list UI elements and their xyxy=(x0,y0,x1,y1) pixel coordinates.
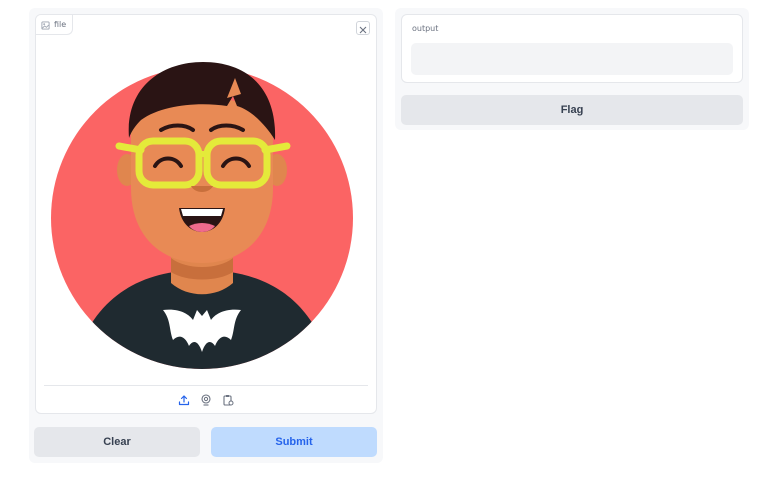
clipboard-source-button[interactable] xyxy=(221,393,235,407)
image-input-label: file xyxy=(36,15,74,35)
clipboard-icon xyxy=(222,391,234,410)
flag-button[interactable]: Flag xyxy=(401,95,743,125)
source-divider xyxy=(44,385,368,386)
output-textbox[interactable] xyxy=(411,43,733,75)
webcam-source-button[interactable] xyxy=(199,393,213,407)
image-input-label-text: file xyxy=(54,20,67,29)
image-input[interactable]: file xyxy=(35,14,377,414)
submit-button[interactable]: Submit xyxy=(211,427,377,457)
upload-source-button[interactable] xyxy=(177,393,191,407)
upload-icon xyxy=(178,391,190,410)
avatar-image xyxy=(51,62,353,369)
image-icon xyxy=(41,15,50,34)
clear-image-button[interactable] xyxy=(356,21,370,35)
output-block: output xyxy=(401,14,743,83)
image-source-selector xyxy=(36,393,376,407)
output-label: output xyxy=(412,24,439,33)
clear-button[interactable]: Clear xyxy=(34,427,200,457)
webcam-icon xyxy=(200,391,212,410)
output-panel: output Flag xyxy=(395,8,749,130)
input-panel: file Clear Submit xyxy=(29,8,383,463)
close-icon xyxy=(359,19,367,38)
